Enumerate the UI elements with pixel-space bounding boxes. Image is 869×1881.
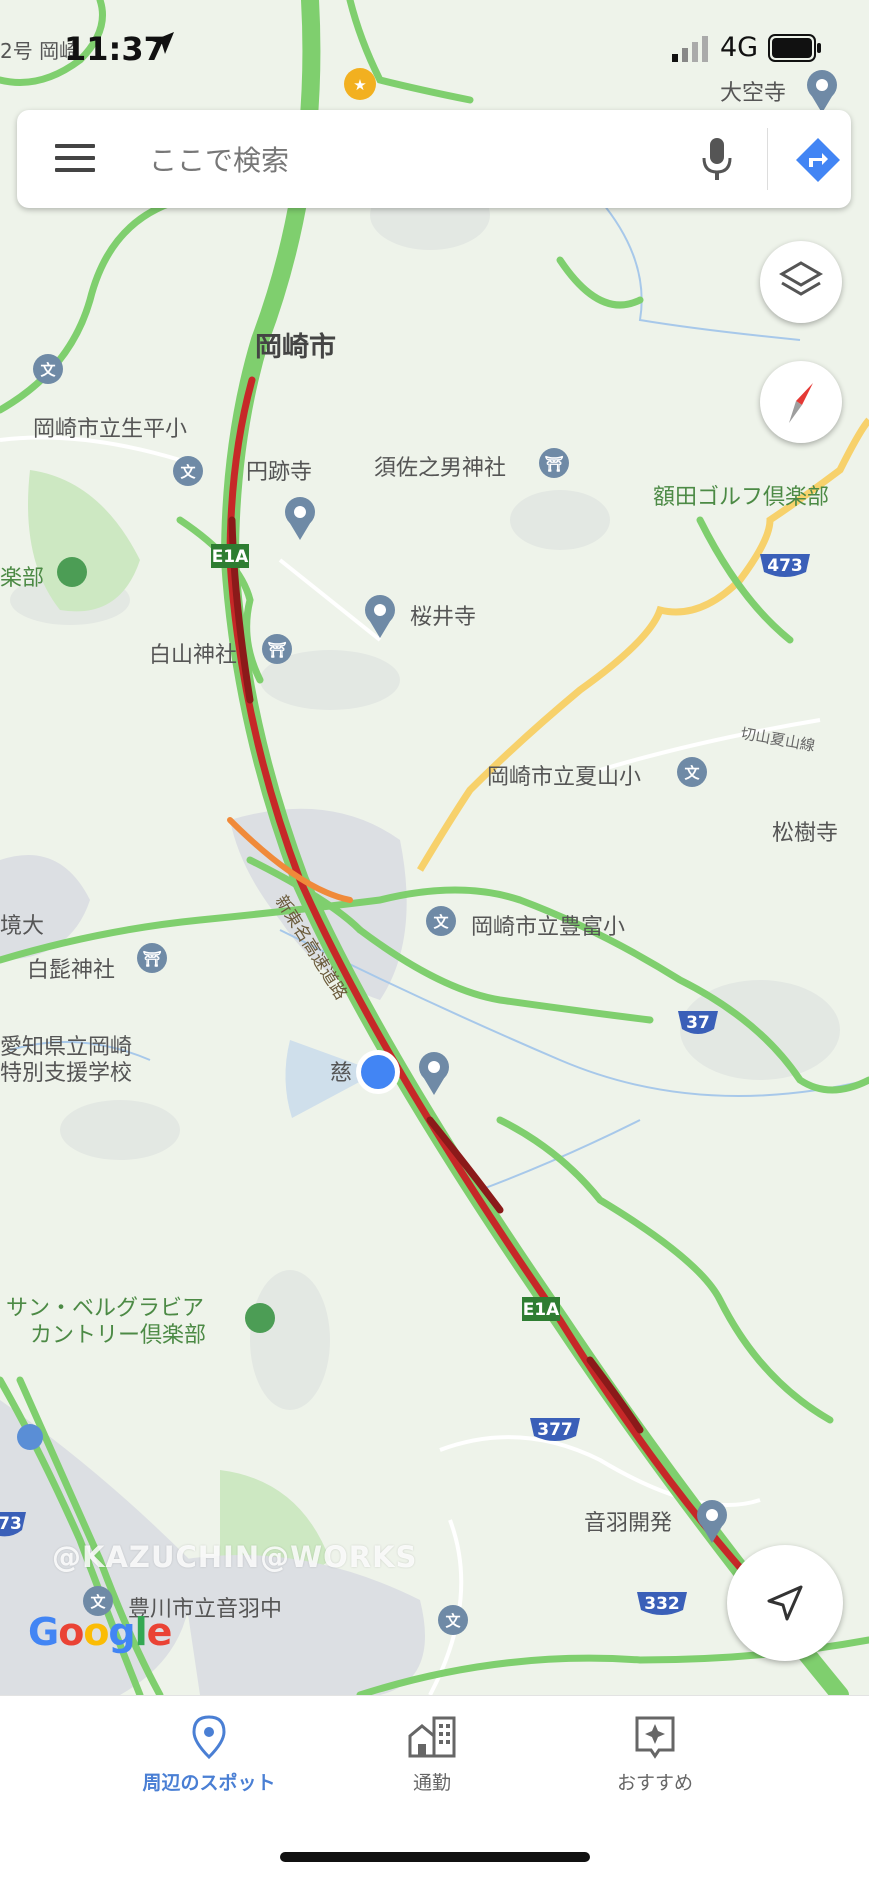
home-indicator[interactable]	[280, 1852, 590, 1862]
svg-text:⛩: ⛩	[544, 455, 563, 473]
shield-e1a-north: E1A	[211, 544, 249, 568]
label-club-left: 楽部	[0, 566, 44, 591]
compass-icon	[789, 383, 813, 423]
svg-text:473: 473	[767, 556, 803, 576]
svg-text:文: 文	[40, 361, 56, 379]
navigation-arrow-icon	[767, 1585, 803, 1621]
label-sakurai: 桜井寺	[410, 605, 476, 630]
label-shoju: 松樹寺	[772, 821, 838, 846]
location-pin-icon	[192, 1715, 226, 1760]
svg-text:E1A: E1A	[523, 1300, 560, 1320]
label-enseki: 円跡寺	[246, 460, 312, 485]
label-otowa-kaihatsu: 音羽開発	[584, 1511, 672, 1536]
tab-for-you[interactable]: おすすめ	[555, 1714, 755, 1834]
compass-button[interactable]	[760, 361, 842, 443]
shield-332: 332	[637, 1592, 687, 1615]
sparkle-card-icon	[635, 1716, 675, 1759]
battery-icon	[768, 34, 821, 62]
tab-commute-label: 通勤	[412, 1772, 451, 1794]
label-aichi-1: 愛知県立岡崎	[0, 1035, 132, 1060]
shield-473: 473	[760, 554, 810, 577]
label-city: 岡崎市	[255, 331, 336, 363]
label-ikuhira: 岡崎市立生平小	[33, 417, 187, 442]
svg-text:⛩: ⛩	[142, 950, 161, 968]
svg-text:文: 文	[445, 1612, 461, 1630]
my-location-button[interactable]	[727, 1545, 843, 1661]
svg-text:⛩: ⛩	[267, 641, 286, 659]
pin-golf-sun	[245, 1303, 275, 1333]
label-hakuhige: 白髭神社	[27, 958, 115, 983]
svg-text:37: 37	[686, 1013, 710, 1033]
label-toyotomi: 岡崎市立豊富小	[471, 915, 625, 940]
layers-icon	[779, 261, 823, 296]
svg-text:73: 73	[0, 1514, 22, 1534]
svg-text:文: 文	[180, 463, 196, 481]
menu-icon[interactable]	[55, 144, 95, 174]
svg-text:332: 332	[644, 1594, 680, 1614]
svg-text:377: 377	[537, 1420, 573, 1440]
commute-buildings-icon	[408, 1716, 456, 1758]
tab-commute[interactable]: 通勤	[332, 1714, 532, 1834]
status-bar: 11:37 4G	[0, 0, 869, 95]
directions-icon[interactable]	[794, 136, 842, 184]
map-canvas[interactable]: E1A E1A 473 37 377 332 73 ⛩⛩⛩ 文文文 文文文 ★	[0, 0, 869, 1695]
search-bar	[17, 110, 851, 208]
label-nukata: 額田ゴルフ倶楽部	[653, 485, 829, 510]
label-natsuyama: 岡崎市立夏山小	[487, 765, 641, 790]
label-sun-2: カントリー倶楽部	[30, 1323, 206, 1348]
pin-station	[17, 1424, 43, 1450]
location-arrow-icon	[152, 32, 174, 54]
network-type: 4G	[720, 32, 759, 63]
shield-377: 377	[530, 1418, 580, 1441]
microphone-icon[interactable]	[697, 136, 737, 182]
label-hakusan: 白山神社	[149, 643, 237, 668]
layers-button[interactable]	[760, 241, 842, 323]
signal-icon	[672, 36, 708, 62]
label-kyo: 境大	[0, 914, 44, 939]
google-logo: Google	[28, 1610, 172, 1654]
shield-e1a-south: E1A	[522, 1297, 560, 1321]
tab-explore-label: 周辺のスポット	[142, 1772, 276, 1794]
label-jiun: 慈	[330, 1061, 352, 1086]
search-divider	[767, 128, 768, 190]
svg-text:E1A: E1A	[212, 547, 249, 567]
watermark: @KAZUCHIN@WORKS	[52, 1540, 418, 1574]
svg-text:文: 文	[90, 1593, 106, 1611]
svg-text:文: 文	[433, 913, 449, 931]
tab-explore[interactable]: 周辺のスポット	[109, 1714, 309, 1834]
svg-text:文: 文	[684, 764, 700, 782]
search-input[interactable]	[147, 132, 671, 188]
label-aichi-2: 特別支援学校	[0, 1061, 132, 1086]
label-sun-1: サン・ベルグラビア	[6, 1296, 204, 1321]
tab-for-you-label: おすすめ	[616, 1772, 693, 1794]
label-susanoo: 須佐之男神社	[374, 456, 506, 481]
pin-golf-left	[57, 557, 87, 587]
